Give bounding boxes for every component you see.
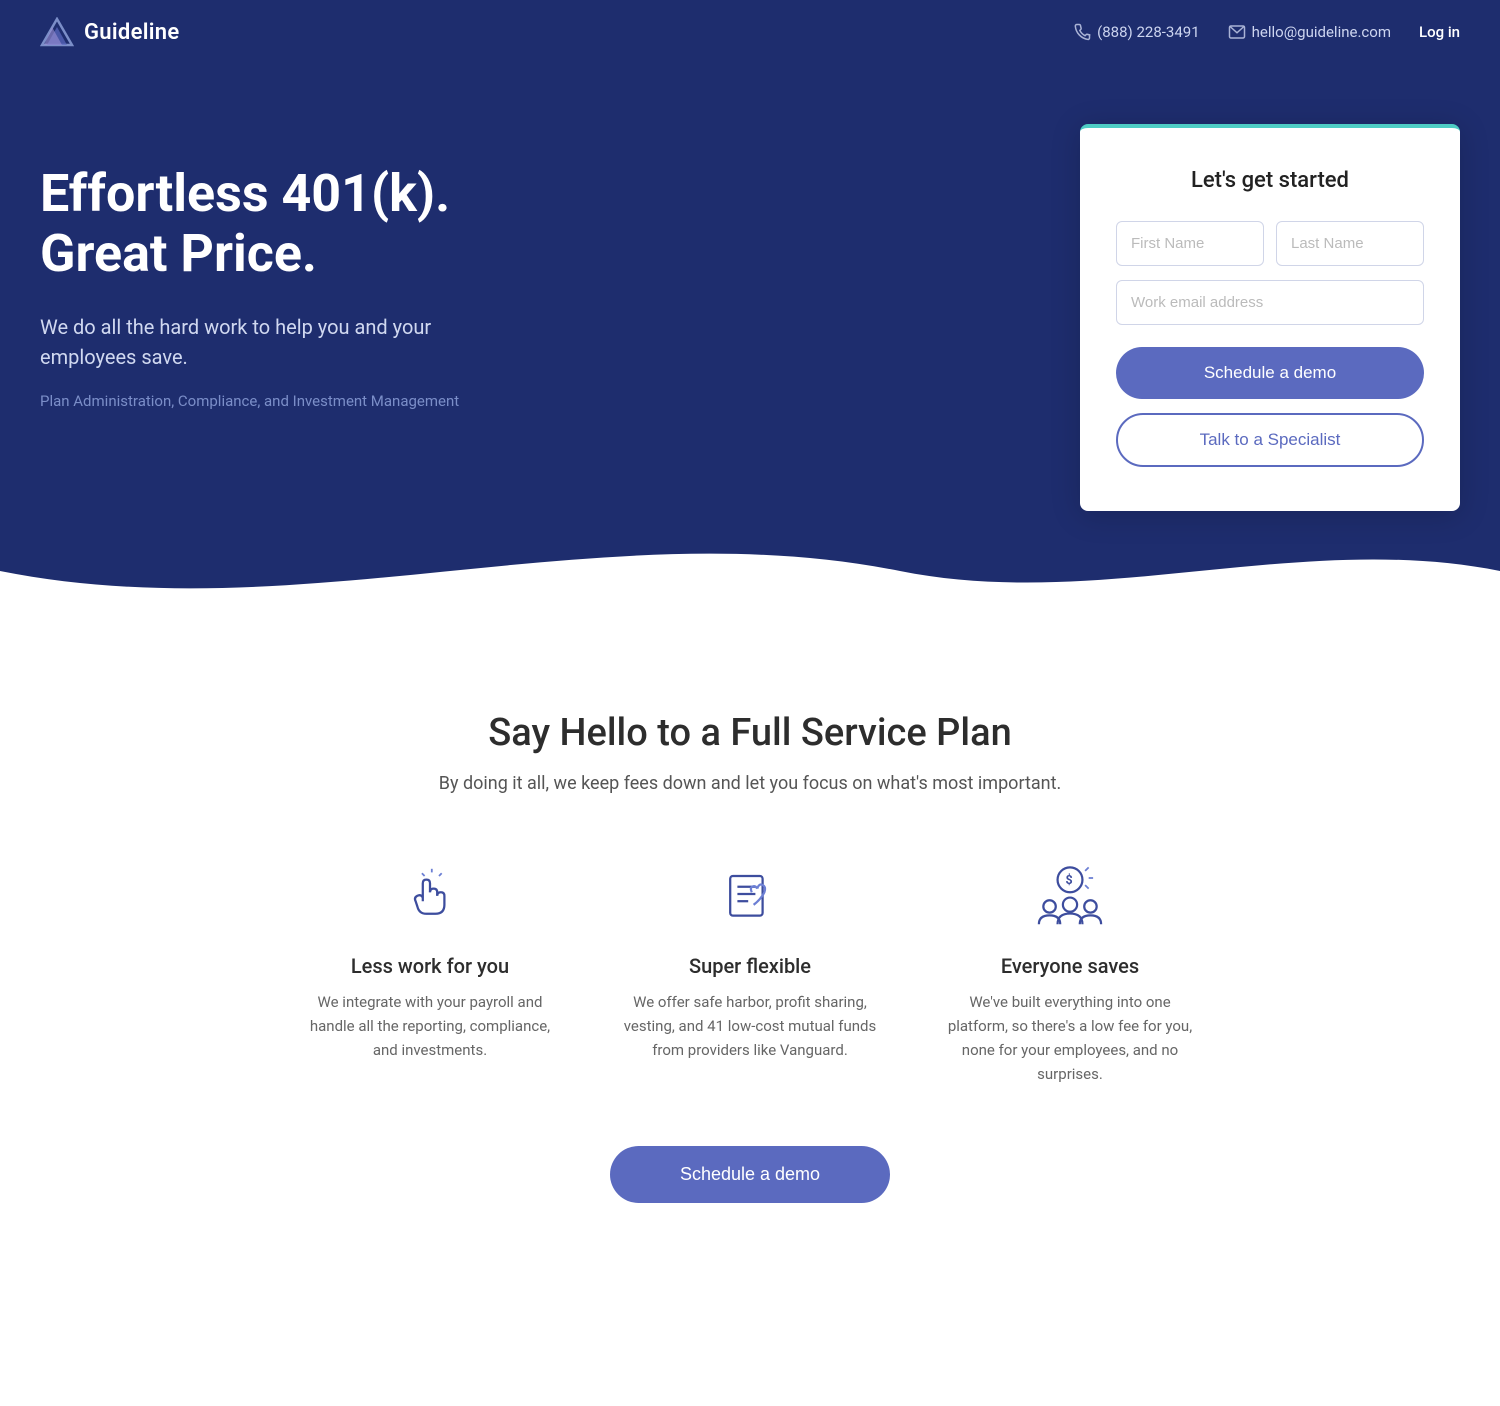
nav-right: (888) 228-3491 hello@guideline.com Log i… [1073, 23, 1460, 41]
schedule-demo-button[interactable]: Schedule a demo [1116, 347, 1424, 399]
feature-item-3: $ [940, 854, 1200, 1086]
hand-pointing-icon [394, 858, 466, 930]
logo-icon [40, 17, 74, 47]
features-section: Say Hello to a Full Service Plan By doin… [0, 631, 1500, 1283]
hero-text: Effortless 401(k).Great Price. We do all… [40, 124, 459, 410]
email-input[interactable] [1116, 280, 1424, 325]
feature-desc-2: We offer safe harbor, profit sharing, ve… [620, 990, 880, 1062]
features-title: Say Hello to a Full Service Plan [40, 711, 1460, 755]
last-name-input[interactable] [1276, 221, 1424, 266]
name-row [1116, 221, 1424, 266]
feature-desc-3: We've built everything into one platform… [940, 990, 1200, 1086]
feature-icon-2 [620, 854, 880, 934]
hero-section: Effortless 401(k).Great Price. We do all… [0, 64, 1500, 631]
features-subtitle: By doing it all, we keep fees down and l… [40, 773, 1460, 794]
feature-item-1: Less work for you We integrate with your… [300, 854, 560, 1086]
header: Guideline (888) 228-3491 hello@guideline… [0, 0, 1500, 64]
flexible-icon [714, 858, 786, 930]
logo: Guideline [40, 17, 179, 47]
email-row [1116, 280, 1424, 325]
feature-icon-1 [300, 854, 560, 934]
email-icon [1228, 23, 1246, 41]
login-link[interactable]: Log in [1419, 23, 1460, 41]
hero-subtitle: We do all the hard work to help you and … [40, 312, 459, 372]
features-cta-button[interactable]: Schedule a demo [610, 1146, 890, 1203]
hero-wave [0, 511, 1500, 631]
hero-tagline: Plan Administration, Compliance, and Inv… [40, 392, 459, 410]
feature-title-2: Super flexible [620, 954, 880, 978]
email-contact[interactable]: hello@guideline.com [1228, 23, 1391, 41]
svg-text:$: $ [1066, 873, 1073, 888]
logo-text: Guideline [84, 20, 179, 45]
phone-icon [1073, 23, 1091, 41]
hero-title: Effortless 401(k).Great Price. [40, 164, 459, 284]
feature-item-2: Super flexible We offer safe harbor, pro… [620, 854, 880, 1086]
first-name-input[interactable] [1116, 221, 1264, 266]
email-address: hello@guideline.com [1252, 23, 1391, 41]
form-title: Let's get started [1116, 168, 1424, 193]
talk-specialist-button[interactable]: Talk to a Specialist [1116, 413, 1424, 467]
phone-number: (888) 228-3491 [1097, 23, 1200, 41]
savings-icon: $ [1030, 858, 1110, 930]
signup-form-card: Let's get started Schedule a demo Talk t… [1080, 124, 1460, 511]
feature-title-3: Everyone saves [940, 954, 1200, 978]
feature-desc-1: We integrate with your payroll and handl… [300, 990, 560, 1062]
features-grid: Less work for you We integrate with your… [40, 854, 1460, 1086]
feature-icon-3: $ [940, 854, 1200, 934]
feature-title-1: Less work for you [300, 954, 560, 978]
phone-contact[interactable]: (888) 228-3491 [1073, 23, 1200, 41]
